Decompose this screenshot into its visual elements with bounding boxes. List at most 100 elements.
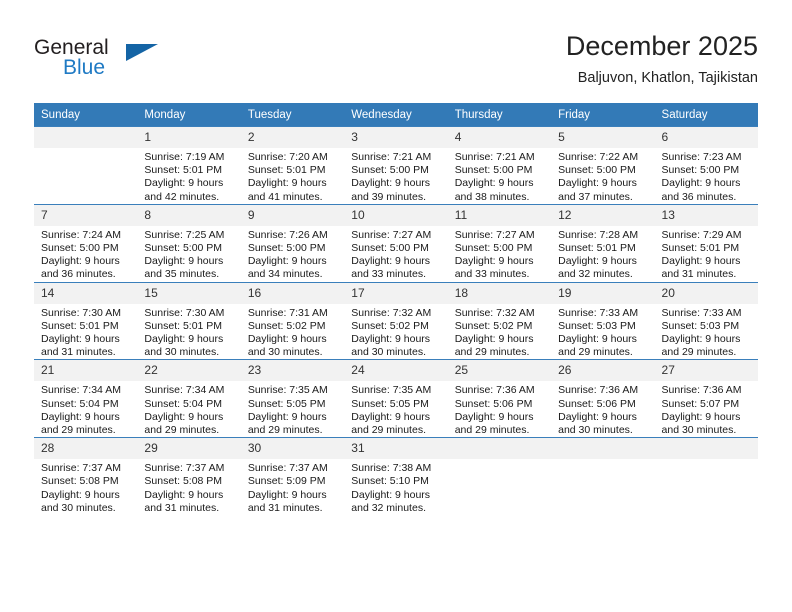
sunrise-text: Sunrise: 7:37 AM <box>247 462 328 475</box>
sunrise-text: Sunrise: 7:30 AM <box>144 306 225 319</box>
daylight-text-line1: Daylight: 9 hours <box>661 177 741 190</box>
day-details: Sunrise: 7:36 AM Sunset: 5:06 PM Daylight:… <box>551 381 654 437</box>
sunset-text: Sunset: 5:00 PM <box>454 242 533 255</box>
daylight-text-line1: Daylight: 9 hours <box>661 410 741 423</box>
day-number: 16 <box>240 282 345 304</box>
daylight-text-line1: Daylight: 9 hours <box>454 410 534 423</box>
sunrise-text: Sunrise: 7:36 AM <box>454 384 535 397</box>
calendar-day-cell[interactable]: 19 Sunrise: 7:33 AM Sunset: 5:03 PM Dayligh… <box>551 281 655 360</box>
calendar-day-cell[interactable]: 2 Sunrise: 7:20 AM Sunset: 5:01 PM Daylight… <box>240 126 345 205</box>
daylight-text-line2: and 35 minutes. <box>144 268 220 281</box>
calendar-day-cell[interactable]: 13 Sunrise: 7:29 AM Sunset: 5:01 PM Dayligh… <box>654 203 758 283</box>
daylight-text-line2: and 30 minutes. <box>41 501 116 514</box>
calendar-day-cell[interactable]: 27 Sunrise: 7:36 AM Sunset: 5:07 PM Dayligh… <box>654 359 758 438</box>
daylight-text-line1: Daylight: 9 hours <box>558 410 637 423</box>
day-number: 8 <box>137 204 241 226</box>
calendar-page: General Blue December 2025 Baljuvon, Kha… <box>0 0 792 612</box>
day-number: 1 <box>137 127 241 148</box>
sunset-text: Sunset: 5:00 PM <box>351 242 429 255</box>
sunset-text: Sunset: 5:01 PM <box>247 164 326 177</box>
calendar-day-cell[interactable]: 21 Sunrise: 7:34 AM Sunset: 5:04 PM Dayligh… <box>34 359 138 438</box>
calendar-day-cell[interactable]: 15 Sunrise: 7:30 AM Sunset: 5:01 PM Dayligh… <box>137 281 241 360</box>
calendar-day-cell[interactable]: 20 Sunrise: 7:33 AM Sunset: 5:03 PM Dayligh… <box>654 281 758 360</box>
daylight-text-line1: Daylight: 9 hours <box>41 333 120 346</box>
day-details: Sunrise: 7:27 AM Sunset: 5:00 PM Daylight:… <box>344 226 447 282</box>
day-details: Sunrise: 7:38 AM Sunset: 5:10 PM Daylight:… <box>344 459 447 515</box>
day-details: Sunrise: 7:32 AM Sunset: 5:02 PM Daylight:… <box>448 304 551 360</box>
title-block: December 2025 Baljuvon, Khatlon, Tajikis… <box>566 30 758 88</box>
day-details: Sunrise: 7:33 AM Sunset: 5:03 PM Daylight:… <box>551 304 654 360</box>
day-details: Sunrise: 7:36 AM Sunset: 5:07 PM Daylight:… <box>655 381 758 437</box>
sunset-text: Sunset: 5:00 PM <box>558 164 636 177</box>
calendar-day-cell[interactable]: 5 Sunrise: 7:22 AM Sunset: 5:00 PM Daylight… <box>551 126 655 205</box>
day-number: 30 <box>240 438 345 460</box>
sunrise-text: Sunrise: 7:37 AM <box>144 462 225 475</box>
day-details: Sunrise: 7:21 AM Sunset: 5:00 PM Daylight:… <box>344 148 447 204</box>
daylight-text-line2: and 29 minutes. <box>454 424 530 437</box>
day-details: Sunrise: 7:34 AM Sunset: 5:04 PM Daylight:… <box>137 381 240 437</box>
day-number: 7 <box>34 204 138 226</box>
sunset-text: Sunset: 5:08 PM <box>144 475 223 488</box>
calendar-day-cell[interactable]: 17 Sunrise: 7:32 AM Sunset: 5:02 PM Dayligh… <box>344 281 448 360</box>
daylight-text-line1: Daylight: 9 hours <box>558 333 637 346</box>
brand-logo[interactable]: General Blue <box>34 36 234 88</box>
sunrise-text: Sunrise: 7:23 AM <box>661 151 742 163</box>
day-number: 27 <box>654 360 758 382</box>
calendar-day-cell[interactable]: 7 Sunrise: 7:24 AM Sunset: 5:00 PM Daylight… <box>34 203 138 283</box>
sunset-text: Sunset: 5:00 PM <box>41 242 119 255</box>
day-number: 3 <box>344 127 448 148</box>
calendar-day-cell[interactable]: 3 Sunrise: 7:21 AM Sunset: 5:00 PM Daylight… <box>344 126 448 205</box>
day-number <box>34 127 138 148</box>
day-number: 21 <box>34 360 138 382</box>
sunset-text: Sunset: 5:05 PM <box>351 397 429 410</box>
calendar-day-cell[interactable]: 25 Sunrise: 7:36 AM Sunset: 5:06 PM Dayligh… <box>447 359 552 438</box>
day-number: 23 <box>240 360 345 382</box>
brand-name-blue: Blue <box>63 56 106 79</box>
daylight-text-line1: Daylight: 9 hours <box>661 333 741 346</box>
daylight-text-line1: Daylight: 9 hours <box>351 177 431 190</box>
day-details: Sunrise: 7:37 AM Sunset: 5:08 PM Daylight:… <box>137 459 240 515</box>
day-details: Sunrise: 7:34 AM Sunset: 5:04 PM Daylight:… <box>34 381 137 437</box>
calendar-day-cell[interactable]: 29 Sunrise: 7:37 AM Sunset: 5:08 PM Dayligh… <box>137 437 241 516</box>
calendar-day-cell[interactable]: 9 Sunrise: 7:26 AM Sunset: 5:00 PM Daylight… <box>240 203 345 283</box>
daylight-text-line2: and 38 minutes. <box>454 190 530 203</box>
daylight-text-line2: and 31 minutes. <box>661 268 737 281</box>
calendar-day-cell[interactable]: 30 Sunrise: 7:37 AM Sunset: 5:09 PM Dayligh… <box>240 437 345 516</box>
calendar-day-cell[interactable]: 18 Sunrise: 7:32 AM Sunset: 5:02 PM Dayligh… <box>447 281 552 360</box>
sunset-text: Sunset: 5:04 PM <box>144 397 223 410</box>
calendar-day-cell[interactable]: 1 Sunrise: 7:19 AM Sunset: 5:01 PM Daylight… <box>137 126 241 205</box>
calendar-day-cell[interactable]: 22 Sunrise: 7:34 AM Sunset: 5:04 PM Dayligh… <box>137 359 241 438</box>
calendar-day-cell[interactable]: 4 Sunrise: 7:21 AM Sunset: 5:00 PM Daylight… <box>447 126 552 205</box>
page-subtitle: Baljuvon, Khatlon, Tajikistan <box>577 70 758 86</box>
day-number: 31 <box>344 438 448 460</box>
daylight-text-line1: Daylight: 9 hours <box>41 410 120 423</box>
day-details: Sunrise: 7:19 AM Sunset: 5:01 PM Daylight:… <box>137 148 240 204</box>
sunrise-text: Sunrise: 7:21 AM <box>351 151 432 163</box>
calendar-day-cell[interactable]: 11 Sunrise: 7:27 AM Sunset: 5:00 PM Dayligh… <box>447 203 552 283</box>
calendar-day-cell[interactable]: 12 Sunrise: 7:28 AM Sunset: 5:01 PM Dayligh… <box>551 203 655 283</box>
calendar-day-cell[interactable]: 10 Sunrise: 7:27 AM Sunset: 5:00 PM Dayligh… <box>344 203 448 283</box>
calendar-day-cell[interactable]: 14 Sunrise: 7:30 AM Sunset: 5:01 PM Dayligh… <box>34 281 138 360</box>
day-details: Sunrise: 7:26 AM Sunset: 5:00 PM Daylight:… <box>241 226 344 282</box>
calendar-day-cell[interactable]: 23 Sunrise: 7:35 AM Sunset: 5:05 PM Dayligh… <box>240 359 345 438</box>
calendar-day-cell[interactable]: 31 Sunrise: 7:38 AM Sunset: 5:10 PM Dayligh… <box>344 437 448 516</box>
sunrise-text: Sunrise: 7:21 AM <box>454 151 535 163</box>
daylight-text-line1: Daylight: 9 hours <box>144 333 224 346</box>
daylight-text-line1: Daylight: 9 hours <box>454 333 534 346</box>
sunset-text: Sunset: 5:02 PM <box>247 319 326 332</box>
sunset-text: Sunset: 5:01 PM <box>144 164 223 177</box>
sunset-text: Sunset: 5:00 PM <box>454 164 533 177</box>
sunrise-text: Sunrise: 7:26 AM <box>247 228 328 241</box>
calendar-day-cell[interactable]: 26 Sunrise: 7:36 AM Sunset: 5:06 PM Dayligh… <box>551 359 655 438</box>
sunrise-text: Sunrise: 7:19 AM <box>144 151 225 163</box>
daylight-text-line2: and 29 minutes. <box>351 424 426 437</box>
daylight-text-line2: and 29 minutes. <box>661 346 737 359</box>
calendar-day-cell[interactable]: 28 Sunrise: 7:37 AM Sunset: 5:08 PM Dayligh… <box>34 437 138 516</box>
day-number: 26 <box>551 360 655 382</box>
calendar-day-cell[interactable]: 16 Sunrise: 7:31 AM Sunset: 5:02 PM Dayligh… <box>240 281 345 360</box>
day-details: Sunrise: 7:29 AM Sunset: 5:01 PM Daylight:… <box>655 226 758 282</box>
calendar-day-cell[interactable]: 24 Sunrise: 7:35 AM Sunset: 5:05 PM Dayligh… <box>344 359 448 438</box>
calendar-day-cell[interactable]: 6 Sunrise: 7:23 AM Sunset: 5:00 PM Daylight… <box>654 126 758 205</box>
calendar-day-cell[interactable]: 8 Sunrise: 7:25 AM Sunset: 5:00 PM Daylight… <box>137 203 241 283</box>
day-details: Sunrise: 7:33 AM Sunset: 5:03 PM Daylight:… <box>655 304 758 360</box>
